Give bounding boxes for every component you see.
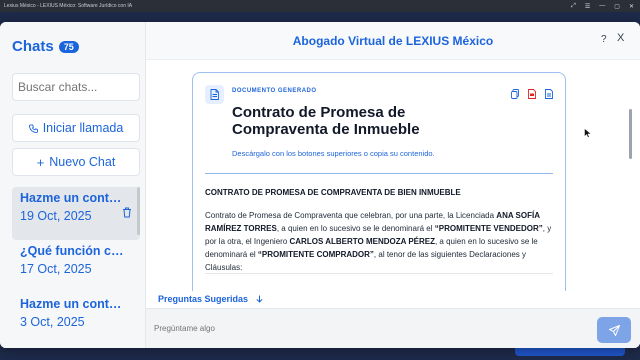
window-close-icon[interactable]: ✕ (629, 3, 634, 10)
sidebar-title: Chats (12, 38, 54, 55)
chat-list-item[interactable]: Hazme un cont… 19 Oct, 2025 (12, 187, 140, 240)
document-body: Contrato de Promesa de Compraventa que c… (205, 209, 555, 274)
messages-area: DOCUMENTO GENERADO Contrato de Promesa d… (146, 61, 640, 291)
phone-icon (28, 123, 38, 133)
browser-titlebar: Lexius México - LEXIUS México: Software … (0, 0, 640, 12)
message-input[interactable] (154, 318, 574, 338)
new-chat-button[interactable]: + Nuevo Chat (12, 148, 140, 176)
buyer-name: CARLOS ALBERTO MENDOZA PÉREZ (289, 237, 435, 246)
document-icon (205, 85, 224, 104)
menu-icon[interactable]: ☰ (585, 3, 590, 10)
chat-list-item[interactable]: ¿Qué función c… 17 Oct, 2025 (12, 240, 140, 293)
divider (205, 273, 553, 274)
chat-title: Hazme un cont… (20, 191, 122, 205)
sidebar-scrollbar[interactable] (137, 187, 140, 235)
chat-header: Abogado Virtual de LEXIUS México ? X (146, 22, 640, 60)
document-heading: CONTRATO DE PROMESA DE COMPRAVENTA DE BI… (205, 188, 461, 197)
chat-title: ¿Qué función c… (20, 244, 124, 258)
copy-icon[interactable] (511, 86, 519, 99)
seller-role: “PROMITENTE VENDEDOR” (434, 224, 543, 233)
pdf-icon[interactable] (528, 86, 536, 99)
chat-modal: Chats 75 Iniciar llamada + Nuevo Chat Ha… (0, 22, 640, 348)
extensions-icon[interactable]: ⤢ (571, 3, 576, 10)
browser-title: Lexius México - LEXIUS México: Software … (4, 3, 133, 9)
chat-date: 19 Oct, 2025 (20, 209, 92, 223)
chat-main: Abogado Virtual de LEXIUS México ? X DOC… (146, 22, 640, 348)
close-button[interactable]: X (617, 32, 624, 44)
minimize-icon[interactable]: — (599, 3, 605, 10)
chat-sidebar: Chats 75 Iniciar llamada + Nuevo Chat Ha… (0, 22, 146, 348)
new-chat-label: Nuevo Chat (49, 155, 116, 169)
trash-icon[interactable] (122, 207, 132, 218)
document-title: Contrato de Promesa de Compraventa de In… (232, 104, 420, 138)
message-composer (146, 308, 640, 348)
send-button[interactable] (597, 317, 631, 343)
document-label: DOCUMENTO GENERADO (232, 88, 317, 94)
messages-scrollbar[interactable] (629, 109, 632, 159)
page-title: Abogado Virtual de LEXIUS México (292, 34, 494, 48)
mouse-cursor-icon (584, 128, 592, 138)
start-call-button[interactable]: Iniciar llamada (12, 114, 140, 142)
sidebar-header: Chats 75 (12, 38, 79, 55)
chat-count-badge: 75 (58, 40, 79, 53)
chat-list: Hazme un cont… 19 Oct, 2025 ¿Qué función… (12, 187, 140, 346)
body-text: Contrato de Promesa de Compraventa que c… (205, 211, 497, 220)
search-input[interactable] (12, 73, 140, 101)
document-hint: Descárgalo con los botones superiores o … (232, 149, 435, 158)
document-actions (511, 86, 553, 99)
help-button[interactable]: ? (601, 34, 607, 45)
plus-icon: + (36, 154, 45, 170)
chat-list-item[interactable]: Hazme un cont… 3 Oct, 2025 (12, 293, 140, 346)
send-icon (608, 324, 620, 336)
buyer-role: “PROMITENTE COMPRADOR” (257, 250, 374, 259)
body-text: , a quien en lo sucesivo se le denominar… (276, 224, 435, 233)
suggested-questions-toggle[interactable]: Preguntas Sugeridas (158, 294, 263, 304)
arrow-down-icon (256, 295, 263, 303)
generated-document-card: DOCUMENTO GENERADO Contrato de Promesa d… (192, 72, 566, 291)
chat-date: 3 Oct, 2025 (20, 315, 85, 329)
divider (205, 173, 553, 174)
chat-date: 17 Oct, 2025 (20, 262, 92, 276)
chat-title: Hazme un cont… (20, 297, 122, 311)
maximize-icon[interactable]: ▢ (614, 3, 620, 10)
word-icon[interactable] (545, 86, 553, 99)
start-call-label: Iniciar llamada (42, 121, 124, 135)
suggested-questions-label: Preguntas Sugeridas (158, 294, 249, 304)
